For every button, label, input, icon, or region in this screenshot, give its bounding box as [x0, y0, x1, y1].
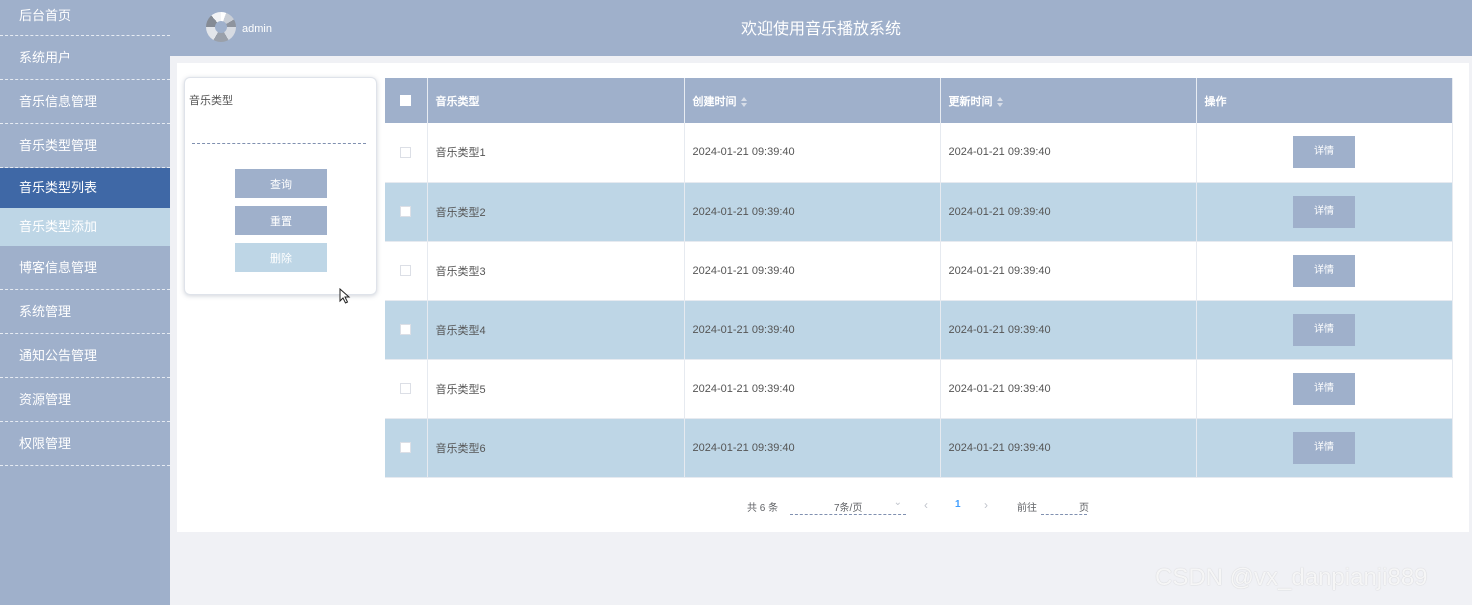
cell-actions: 详情: [1196, 241, 1453, 301]
cell-type: 音乐类型2: [427, 182, 685, 242]
detail-button[interactable]: 详情: [1293, 313, 1355, 346]
sidebar-item-notice-management[interactable]: 通知公告管理: [0, 334, 170, 378]
row-checkbox[interactable]: [400, 324, 412, 336]
cell-type: 音乐类型4: [427, 300, 685, 360]
sort-caret-icon[interactable]: [740, 96, 748, 107]
cell-type: 音乐类型6: [427, 418, 685, 478]
table-row: 音乐类型3 2024-01-21 09:39:40 2024-01-21 09:…: [385, 241, 1453, 301]
row-check-cell: [385, 300, 428, 360]
sidebar-item-permission-management[interactable]: 权限管理: [0, 422, 170, 466]
sidebar-item-music-type-add[interactable]: 音乐类型添加: [0, 208, 170, 246]
top-header: admin 欢迎使用音乐播放系统: [170, 0, 1472, 56]
mouse-cursor-icon: [339, 288, 351, 304]
cell-type: 音乐类型3: [427, 241, 685, 301]
query-button[interactable]: 查询: [235, 169, 327, 198]
select-all-checkbox[interactable]: [400, 95, 412, 107]
select-all-cell: [385, 78, 428, 123]
chevron-left-icon[interactable]: ‹: [924, 498, 928, 512]
sidebar-item-system-management[interactable]: 系统管理: [0, 290, 170, 334]
detail-button[interactable]: 详情: [1293, 431, 1355, 464]
sidebar-item-resource-management[interactable]: 资源管理: [0, 378, 170, 422]
page-title: 欢迎使用音乐播放系统: [740, 21, 901, 38]
table-row: 音乐类型4 2024-01-21 09:39:40 2024-01-21 09:…: [385, 300, 1453, 360]
chevron-down-icon: ⌄: [893, 497, 902, 508]
goto-label: 前往: [1017, 503, 1037, 514]
pagination-total: 共 6 条: [747, 503, 779, 514]
detail-button[interactable]: 详情: [1293, 136, 1355, 169]
page-unit-label: 页: [1079, 503, 1089, 514]
row-checkbox[interactable]: [400, 383, 412, 395]
row-check-cell: [385, 241, 428, 301]
cell-type: 音乐类型5: [427, 359, 685, 419]
cell-created: 2024-01-21 09:39:40: [684, 359, 941, 419]
cell-updated: 2024-01-21 09:39:40: [940, 182, 1197, 242]
table-row: 音乐类型6 2024-01-21 09:39:40 2024-01-21 09:…: [385, 418, 1453, 478]
cell-actions: 详情: [1196, 359, 1453, 419]
table-header-row: 音乐类型 创建时间 更新时间 操作: [385, 78, 1453, 123]
cell-actions: 详情: [1196, 418, 1453, 478]
sidebar-item-music-info[interactable]: 音乐信息管理: [0, 80, 170, 124]
table-row: 音乐类型5 2024-01-21 09:39:40 2024-01-21 09:…: [385, 359, 1453, 419]
column-header-created[interactable]: 创建时间: [684, 78, 941, 123]
search-label: 音乐类型: [189, 95, 233, 107]
music-type-table: 音乐类型 创建时间 更新时间 操作 音乐类型1 2024-01-21 09:39…: [385, 78, 1453, 478]
cell-updated: 2024-01-21 09:39:40: [940, 418, 1197, 478]
cell-created: 2024-01-21 09:39:40: [684, 123, 941, 183]
detail-button[interactable]: 详情: [1293, 372, 1355, 405]
sidebar: 后台首页 系统用户 音乐信息管理 音乐类型管理 音乐类型列表 音乐类型添加 博客…: [0, 0, 170, 605]
sidebar-item-system-users[interactable]: 系统用户: [0, 36, 170, 80]
cell-actions: 详情: [1196, 300, 1453, 360]
page-size-select[interactable]: 7条/页 ⌄: [790, 497, 906, 515]
search-card: 音乐类型 查询 重置 删除: [184, 77, 377, 295]
cell-created: 2024-01-21 09:39:40: [684, 418, 941, 478]
cell-updated: 2024-01-21 09:39:40: [940, 300, 1197, 360]
column-header-updated[interactable]: 更新时间: [940, 78, 1197, 123]
cell-updated: 2024-01-21 09:39:40: [940, 241, 1197, 301]
sidebar-item-music-type-management[interactable]: 音乐类型管理: [0, 124, 170, 168]
cell-updated: 2024-01-21 09:39:40: [940, 359, 1197, 419]
table-row: 音乐类型1 2024-01-21 09:39:40 2024-01-21 09:…: [385, 123, 1453, 183]
cell-created: 2024-01-21 09:39:40: [684, 241, 941, 301]
column-header-created-label: 创建时间: [692, 95, 737, 108]
page-size-value: 7条/页: [834, 503, 863, 514]
row-check-cell: [385, 182, 428, 242]
music-type-search-input[interactable]: [192, 128, 366, 144]
chevron-right-icon[interactable]: ›: [984, 498, 988, 512]
cell-created: 2024-01-21 09:39:40: [684, 300, 941, 360]
cell-actions: 详情: [1196, 123, 1453, 183]
sidebar-item-dashboard[interactable]: 后台首页: [0, 0, 170, 36]
table-row: 音乐类型2 2024-01-21 09:39:40 2024-01-21 09:…: [385, 182, 1453, 242]
cell-type: 音乐类型1: [427, 123, 685, 183]
detail-button[interactable]: 详情: [1293, 254, 1355, 287]
cell-actions: 详情: [1196, 182, 1453, 242]
column-header-type: 音乐类型: [427, 78, 685, 123]
detail-button[interactable]: 详情: [1293, 195, 1355, 228]
delete-button[interactable]: 删除: [235, 243, 327, 272]
row-checkbox[interactable]: [400, 146, 412, 158]
row-checkbox[interactable]: [400, 265, 412, 277]
sidebar-item-blog-info[interactable]: 博客信息管理: [0, 246, 170, 290]
column-header-actions: 操作: [1196, 78, 1453, 123]
cell-updated: 2024-01-21 09:39:40: [940, 123, 1197, 183]
row-check-cell: [385, 359, 428, 419]
row-check-cell: [385, 123, 428, 183]
pagination: 共 6 条 7条/页 ⌄ ‹ 1 › 前往 页: [177, 493, 1469, 515]
row-check-cell: [385, 418, 428, 478]
sort-caret-icon[interactable]: [996, 96, 1004, 107]
reset-button[interactable]: 重置: [235, 206, 327, 235]
current-page-number[interactable]: 1: [955, 499, 961, 510]
cell-created: 2024-01-21 09:39:40: [684, 182, 941, 242]
row-checkbox[interactable]: [400, 206, 412, 218]
content-panel: 音乐类型 查询 重置 删除 音乐类型 创建时间 更新时间 操作 音乐类型1 20…: [177, 63, 1469, 532]
watermark: CSDN @vx_danpianji889: [1155, 564, 1428, 591]
column-header-updated-label: 更新时间: [948, 95, 993, 108]
row-checkbox[interactable]: [400, 442, 412, 454]
sidebar-item-music-type-list[interactable]: 音乐类型列表: [0, 168, 170, 208]
